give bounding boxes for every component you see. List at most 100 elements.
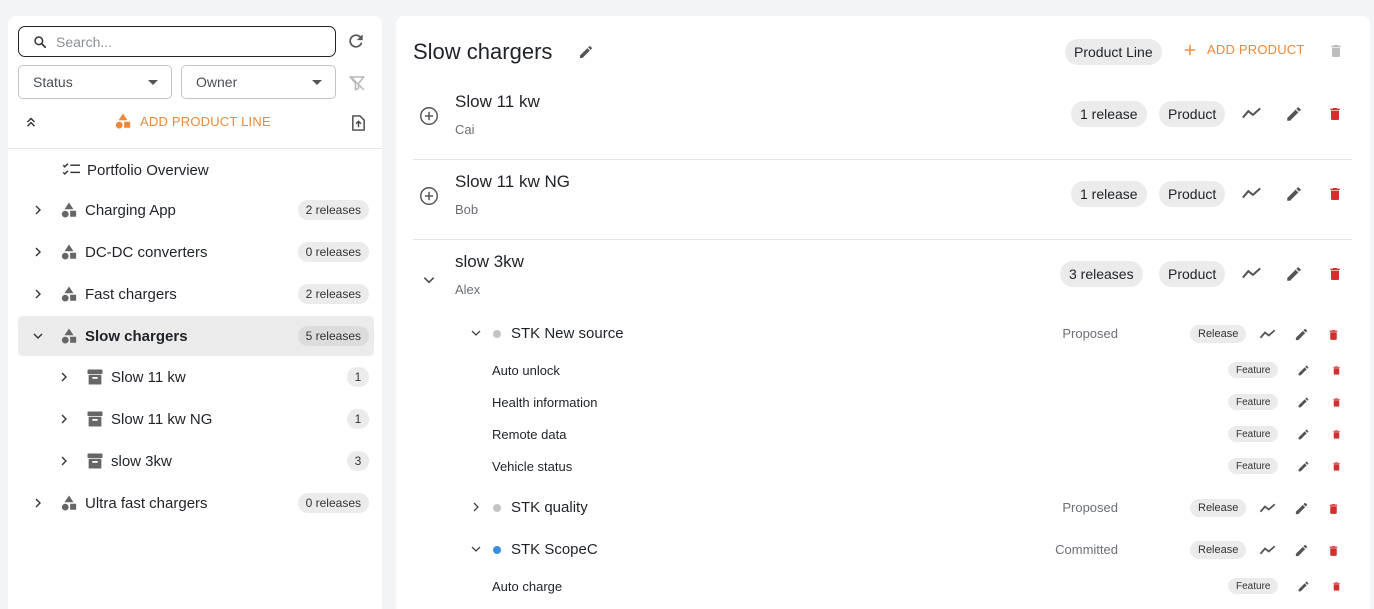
refresh-icon[interactable] [346,31,366,51]
tree-item-dc-dc-converters[interactable]: DC-DC converters 0 releases [18,232,374,272]
feature-name[interactable]: Auto charge [492,579,562,594]
search-box[interactable] [18,26,336,57]
feature-name[interactable]: Vehicle status [492,459,572,474]
trash-icon[interactable] [1327,543,1340,559]
trend-icon[interactable] [1259,544,1277,556]
trend-icon[interactable] [1241,265,1263,281]
chevron-right-icon [35,247,41,257]
tree-item-label: DC-DC converters [85,243,208,261]
tree-item-ultra-fast-chargers[interactable]: Ultra fast chargers 0 releases [18,483,374,523]
status-dot [493,504,501,512]
chevron-down-icon [33,333,43,339]
trash-icon[interactable] [1331,580,1342,593]
edit-title-pencil-icon[interactable] [578,44,594,60]
add-product-button[interactable]: ADD PRODUCT [1183,42,1305,57]
trash-icon[interactable] [1331,396,1342,409]
trash-icon[interactable] [1327,327,1340,343]
status-filter[interactable]: Status [18,65,172,99]
tree-item-slow-11-kw-ng[interactable]: Slow 11 kw NG 1 [18,399,374,439]
product-name[interactable]: slow 3kw [455,252,524,272]
pencil-icon[interactable] [1285,265,1303,283]
release-name[interactable]: STK quality [511,499,588,516]
tree-item-slow-3kw[interactable]: slow 3kw 3 [18,441,374,481]
trash-icon[interactable] [1327,104,1343,124]
release-count-badge: 1 [347,367,369,387]
chevron-down-icon[interactable] [422,273,436,287]
trash-icon[interactable] [1331,364,1342,377]
tree-item-label: Ultra fast chargers [85,494,208,512]
tree-item-label: Charging App [85,201,176,219]
trash-icon[interactable] [1327,184,1343,204]
pencil-icon[interactable] [1297,428,1310,441]
pencil-icon[interactable] [1294,543,1309,558]
trend-icon[interactable] [1259,502,1277,514]
tree-item-slow-chargers[interactable]: Slow chargers 5 releases [18,316,374,356]
trend-icon[interactable] [1259,328,1277,340]
pencil-icon[interactable] [1294,501,1309,516]
release-type-chip: Release [1190,541,1247,559]
sidebar: Status Owner ADD PRODUCT LINE Portfolio … [8,16,382,609]
product-owner: Bob [455,202,479,217]
add-product-line-button[interactable]: ADD PRODUCT LINE [114,112,271,130]
feature-type-chip: Feature [1228,394,1279,410]
owner-filter-label: Owner [196,74,238,90]
search-icon [34,35,47,48]
release-name[interactable]: STK New source [511,325,624,342]
search-input[interactable] [56,33,306,50]
pencil-icon[interactable] [1285,105,1303,123]
delete-product-line-trash-icon[interactable] [1328,42,1344,60]
chevron-down-icon[interactable] [470,543,482,555]
pencil-icon[interactable] [1294,327,1309,342]
feature-type-chip: Feature [1228,578,1279,594]
feature-name[interactable]: Health information [492,395,598,410]
feature-row: Auto charge Feature [413,570,1352,602]
feature-row: Remote data Feature [413,418,1352,450]
feature-name[interactable]: Remote data [492,427,566,442]
pencil-icon[interactable] [1297,396,1310,409]
export-icon[interactable] [350,114,367,132]
feature-row: Health information Feature [413,386,1352,418]
product-name[interactable]: Slow 11 kw NG [455,172,570,192]
release-row-stk-scopec: STK ScopeC Committed Release [413,533,1352,567]
portfolio-overview-item[interactable]: Portfolio Overview [18,150,374,190]
add-circle-icon[interactable] [418,105,440,127]
trend-icon[interactable] [1241,105,1263,121]
release-type-chip: Release [1190,325,1247,343]
chevron-right-icon [35,498,41,508]
archive-box-icon [87,453,103,469]
trash-icon[interactable] [1327,501,1340,517]
product-line-chip: Product Line [1065,39,1162,65]
product-row-slow-11-kw-ng: Slow 11 kw NG Bob 1 release Product [413,160,1352,240]
tree-item-slow-11-kw[interactable]: Slow 11 kw 1 [18,357,374,397]
chevron-right-icon [61,414,67,424]
release-count-badge: 3 [347,451,369,471]
release-status: Proposed [1062,326,1118,341]
filter-off-icon[interactable] [348,74,366,92]
collapse-all-icon[interactable] [24,115,38,129]
release-name[interactable]: STK ScopeC [511,541,598,558]
tree-item-fast-chargers[interactable]: Fast chargers 2 releases [18,274,374,314]
product-row-slow-3kw: slow 3kw Alex 3 releases Product [413,240,1352,320]
page-title: Slow chargers [413,39,553,64]
trash-icon[interactable] [1327,264,1343,284]
chevron-right-icon[interactable] [470,501,482,513]
release-type-chip: Release [1190,499,1247,517]
add-circle-icon[interactable] [418,185,440,207]
pencil-icon[interactable] [1285,185,1303,203]
owner-filter[interactable]: Owner [181,65,336,99]
trash-icon[interactable] [1331,428,1342,441]
product-name[interactable]: Slow 11 kw [455,92,540,112]
feature-type-chip: Feature [1228,426,1279,442]
add-product-label: ADD PRODUCT [1207,42,1305,57]
trash-icon[interactable] [1331,460,1342,473]
feature-name[interactable]: Auto unlock [492,363,560,378]
trend-icon[interactable] [1241,185,1263,201]
tree-item-charging-app[interactable]: Charging App 2 releases [18,190,374,230]
product-type-chip: Product [1159,261,1226,287]
pencil-icon[interactable] [1297,580,1310,593]
feature-type-chip: Feature [1228,458,1279,474]
pencil-icon[interactable] [1297,364,1310,377]
pencil-icon[interactable] [1297,460,1310,473]
status-dot [493,330,501,338]
chevron-down-icon[interactable] [470,327,482,339]
